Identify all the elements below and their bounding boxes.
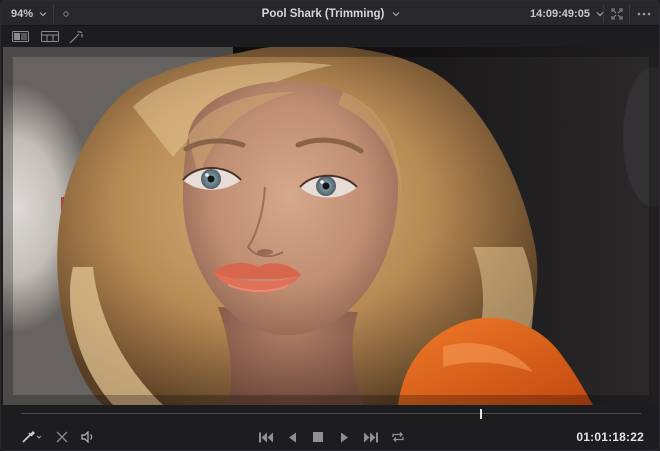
source-timecode: 14:09:49:05 bbox=[530, 7, 590, 20]
video-frame-image bbox=[3, 47, 659, 405]
play-icon[interactable] bbox=[340, 430, 349, 444]
dual-viewer-icon[interactable] bbox=[41, 29, 59, 44]
divider bbox=[53, 4, 54, 23]
viewer-window: 94% Pool Shark (Trimming) 14:09:49:05 01… bbox=[0, 0, 660, 451]
play-reverse-icon[interactable] bbox=[288, 430, 297, 444]
zoom-dropdown[interactable]: 94% bbox=[11, 1, 47, 26]
viewer-header: 94% Pool Shark (Trimming) 14:09:49:05 bbox=[1, 1, 659, 26]
clip-title-dropdown[interactable]: Pool Shark (Trimming) bbox=[262, 8, 401, 20]
playhead[interactable] bbox=[480, 409, 483, 419]
chevron-down-icon bbox=[392, 10, 400, 18]
bypass-icon[interactable] bbox=[56, 430, 68, 444]
chevron-down-icon bbox=[39, 10, 47, 18]
viewer-toolbar bbox=[1, 26, 659, 47]
record-timecode: 01:01:18:22 bbox=[576, 430, 644, 444]
loop-icon[interactable] bbox=[391, 430, 405, 444]
video-frame[interactable] bbox=[3, 47, 659, 405]
divider bbox=[629, 4, 630, 23]
transport-controls: 01:01:18:22 bbox=[1, 423, 659, 450]
stop-icon[interactable] bbox=[313, 430, 323, 444]
magic-wand-icon[interactable] bbox=[69, 29, 85, 44]
expand-icon[interactable] bbox=[611, 1, 623, 26]
timeline-scrubber[interactable] bbox=[1, 405, 659, 423]
viewer-options-icon[interactable] bbox=[63, 1, 69, 26]
scrubber-track[interactable] bbox=[21, 413, 641, 414]
source-timecode-dropdown[interactable]: 14:09:49:05 bbox=[530, 1, 604, 26]
single-viewer-icon[interactable] bbox=[12, 29, 29, 44]
divider bbox=[603, 4, 604, 23]
eyedropper-icon[interactable] bbox=[21, 430, 43, 444]
clip-title: Pool Shark (Trimming) bbox=[261, 7, 385, 20]
skip-to-end-icon[interactable] bbox=[363, 430, 378, 444]
zoom-level: 94% bbox=[11, 7, 34, 20]
skip-to-start-icon[interactable] bbox=[259, 430, 274, 444]
ellipsis-icon[interactable] bbox=[637, 1, 651, 26]
speaker-icon[interactable] bbox=[81, 430, 95, 444]
